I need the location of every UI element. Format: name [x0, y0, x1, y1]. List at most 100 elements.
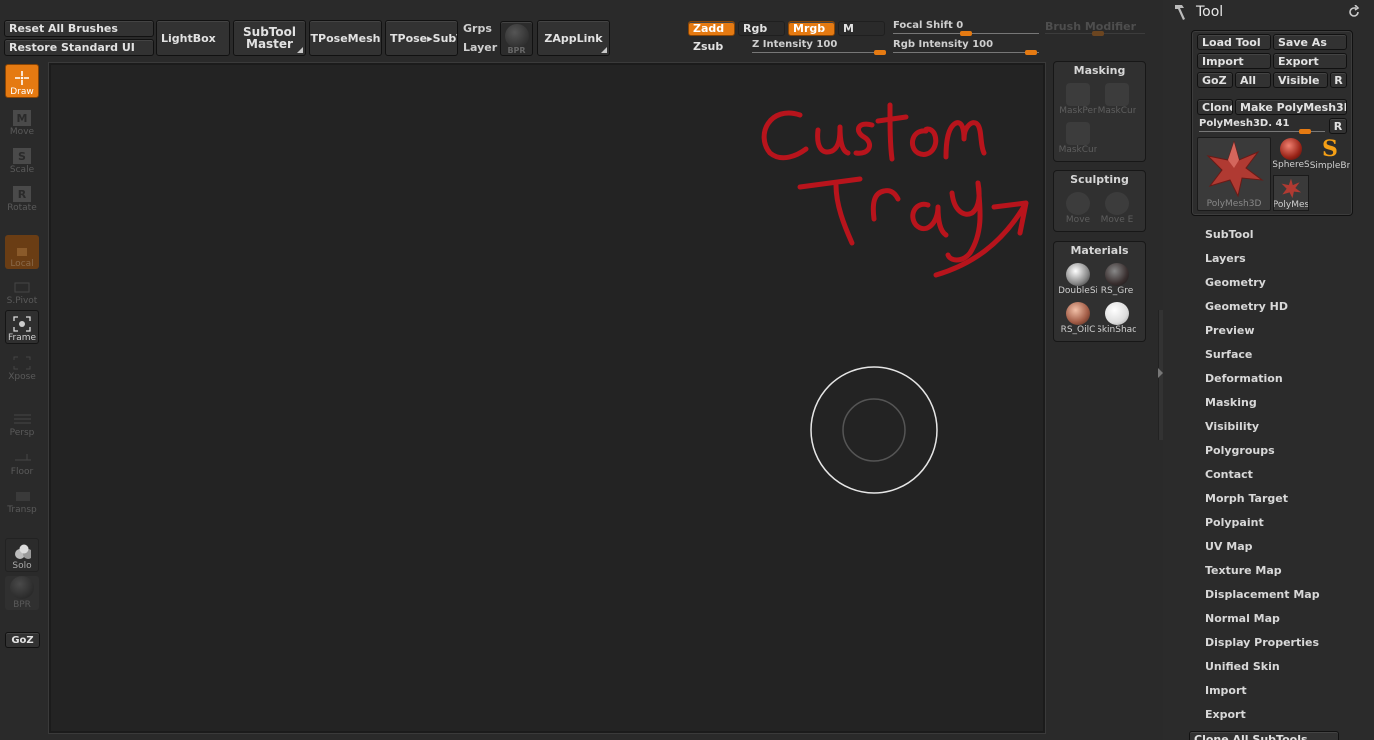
reset-palette-icon[interactable]: [1347, 4, 1361, 22]
material-rs-oilclay[interactable]: RS_OilC: [1059, 301, 1097, 335]
grps-toggle[interactable]: Grps: [463, 22, 492, 35]
menu-import[interactable]: Import: [1205, 684, 1247, 697]
z-intensity-knob[interactable]: [874, 50, 886, 55]
rgb-intensity-label: Rgb Intensity: [893, 39, 969, 50]
rgb-intensity-track[interactable]: [893, 52, 1039, 53]
menu-texture-map[interactable]: Texture Map: [1205, 564, 1282, 577]
menu-export[interactable]: Export: [1205, 708, 1246, 721]
persp-button[interactable]: Persp: [5, 404, 39, 438]
zapplink-button[interactable]: ZAppLink: [537, 20, 610, 56]
menu-unified-skin[interactable]: Unified Skin: [1205, 660, 1280, 673]
material-doublesided-icon: [1066, 263, 1090, 286]
goz-tool-button[interactable]: GoZ: [1197, 72, 1233, 88]
z-intensity-track[interactable]: [752, 52, 886, 53]
bpr-render-button[interactable]: BPR: [500, 21, 533, 56]
layer-toggle[interactable]: Layer: [463, 41, 497, 54]
clone-all-subtools-button[interactable]: Clone All SubTools: [1189, 731, 1339, 740]
material-doublesided[interactable]: DoubleSi: [1059, 262, 1097, 296]
tpose-subtool-button[interactable]: TPose▸SubT: [385, 20, 458, 56]
focal-shift-slider[interactable]: Focal Shift 0: [893, 20, 963, 31]
menu-geometry[interactable]: Geometry: [1205, 276, 1266, 289]
mask-brush-3[interactable]: MaskCur: [1059, 121, 1097, 155]
import-tool-button[interactable]: Import: [1197, 53, 1271, 69]
xpose-button[interactable]: Xpose: [5, 348, 39, 382]
menu-uv-map[interactable]: UV Map: [1205, 540, 1253, 553]
bpr-shelf-button[interactable]: BPR: [5, 576, 39, 610]
menu-preview[interactable]: Preview: [1205, 324, 1255, 337]
goz-all-button[interactable]: All: [1235, 72, 1271, 88]
menu-geometry-hd[interactable]: Geometry HD: [1205, 300, 1288, 313]
z-intensity-slider[interactable]: Z Intensity 100: [752, 39, 837, 50]
material-rs-grey[interactable]: RS_Gre: [1098, 262, 1136, 296]
menu-layers[interactable]: Layers: [1205, 252, 1246, 265]
save-as-button[interactable]: Save As: [1273, 34, 1347, 50]
materials-tray-title: Materials: [1070, 244, 1129, 257]
tool-r-button[interactable]: R: [1329, 118, 1347, 134]
m-button[interactable]: M: [838, 21, 885, 36]
s-pivot-icon: [13, 279, 31, 295]
sphere-tool-thumb[interactable]: SphereS: [1273, 137, 1309, 173]
menu-visibility[interactable]: Visibility: [1205, 420, 1259, 433]
floor-button[interactable]: Floor: [5, 443, 39, 477]
lightbox-button[interactable]: LightBox: [156, 20, 230, 56]
material-skinshade-icon: [1105, 302, 1129, 325]
menu-displacement-map[interactable]: Displacement Map: [1205, 588, 1320, 601]
menu-deformation[interactable]: Deformation: [1205, 372, 1283, 385]
rotate-button[interactable]: R Rotate: [5, 179, 39, 213]
clone-button[interactable]: Clone: [1197, 99, 1233, 115]
draw-button[interactable]: Draw: [5, 64, 39, 98]
zadd-button[interactable]: Zadd: [688, 21, 735, 36]
rgb-intensity-slider[interactable]: Rgb Intensity 100: [893, 39, 993, 50]
current-tool-thumbnail[interactable]: PolyMesh3D: [1197, 137, 1271, 211]
menu-surface[interactable]: Surface: [1205, 348, 1252, 361]
move-button[interactable]: M Move: [5, 103, 39, 137]
rgb-intensity-knob[interactable]: [1025, 50, 1037, 55]
simple-brush-tool-thumb[interactable]: S SimpleBr: [1310, 137, 1350, 173]
brush-modifier-slider[interactable]: Brush Modifier: [1045, 20, 1136, 33]
mask-brush-1[interactable]: MaskPer: [1059, 82, 1097, 116]
menu-contact[interactable]: Contact: [1205, 468, 1253, 481]
subtool-master-button[interactable]: SubTool Master: [233, 20, 306, 56]
focal-shift-knob[interactable]: [960, 31, 972, 36]
frame-button[interactable]: Frame: [5, 310, 39, 344]
material-skinshade[interactable]: SkinShad: [1098, 301, 1136, 335]
mrgb-button[interactable]: Mrgb: [788, 21, 835, 36]
rgb-button[interactable]: Rgb: [738, 21, 785, 36]
sphere-tool-icon: [1280, 138, 1302, 160]
current-tool-slider[interactable]: PolyMesh3D. 41: [1199, 118, 1289, 129]
menu-masking[interactable]: Masking: [1205, 396, 1257, 409]
mask-brush-2[interactable]: MaskCur: [1098, 82, 1136, 116]
menu-polypaint[interactable]: Polypaint: [1205, 516, 1264, 529]
local-button[interactable]: Local: [5, 235, 39, 269]
current-tool-thumb-label: PolyMesh3D: [1206, 199, 1262, 209]
goz-visible-button[interactable]: Visible: [1273, 72, 1328, 88]
focal-shift-value: 0: [956, 20, 964, 31]
reset-all-brushes-button[interactable]: Reset All Brushes: [4, 20, 154, 37]
make-polymesh3d-button[interactable]: Make PolyMesh3D: [1235, 99, 1347, 115]
polymesh-small-star-icon: [1281, 178, 1302, 199]
mask-brush-2-icon: [1105, 83, 1129, 106]
goz-shelf-button[interactable]: GoZ: [5, 632, 40, 648]
move-brush[interactable]: Move: [1059, 191, 1097, 225]
menu-normal-map[interactable]: Normal Map: [1205, 612, 1280, 625]
polymesh-tool-thumb[interactable]: PolyMes: [1273, 175, 1309, 211]
mask-brush-1-icon: [1066, 83, 1090, 106]
masking-tray: Masking MaskPer MaskCur MaskCur: [1053, 61, 1146, 162]
current-tool-knob[interactable]: [1299, 129, 1311, 134]
s-pivot-button[interactable]: S.Pivot: [5, 272, 39, 306]
menu-morph-target[interactable]: Morph Target: [1205, 492, 1288, 505]
load-tool-button[interactable]: Load Tool: [1197, 34, 1271, 50]
scale-button[interactable]: S Scale: [5, 141, 39, 175]
restore-standard-ui-button[interactable]: Restore Standard UI: [4, 39, 154, 56]
menu-display-properties[interactable]: Display Properties: [1205, 636, 1319, 649]
menu-polygroups[interactable]: Polygroups: [1205, 444, 1275, 457]
tposemesh-button[interactable]: TPoseMesh: [309, 20, 382, 56]
solo-button[interactable]: Solo: [5, 538, 39, 572]
transp-button[interactable]: Transp: [5, 481, 39, 515]
move-elastic-brush[interactable]: Move E: [1098, 191, 1136, 225]
export-tool-button[interactable]: Export: [1273, 53, 1347, 69]
zsub-button[interactable]: Zsub: [688, 39, 735, 54]
goz-r-button[interactable]: R: [1330, 72, 1347, 88]
menu-subtool[interactable]: SubTool: [1205, 228, 1254, 241]
brush-modifier-knob[interactable]: [1092, 31, 1104, 36]
